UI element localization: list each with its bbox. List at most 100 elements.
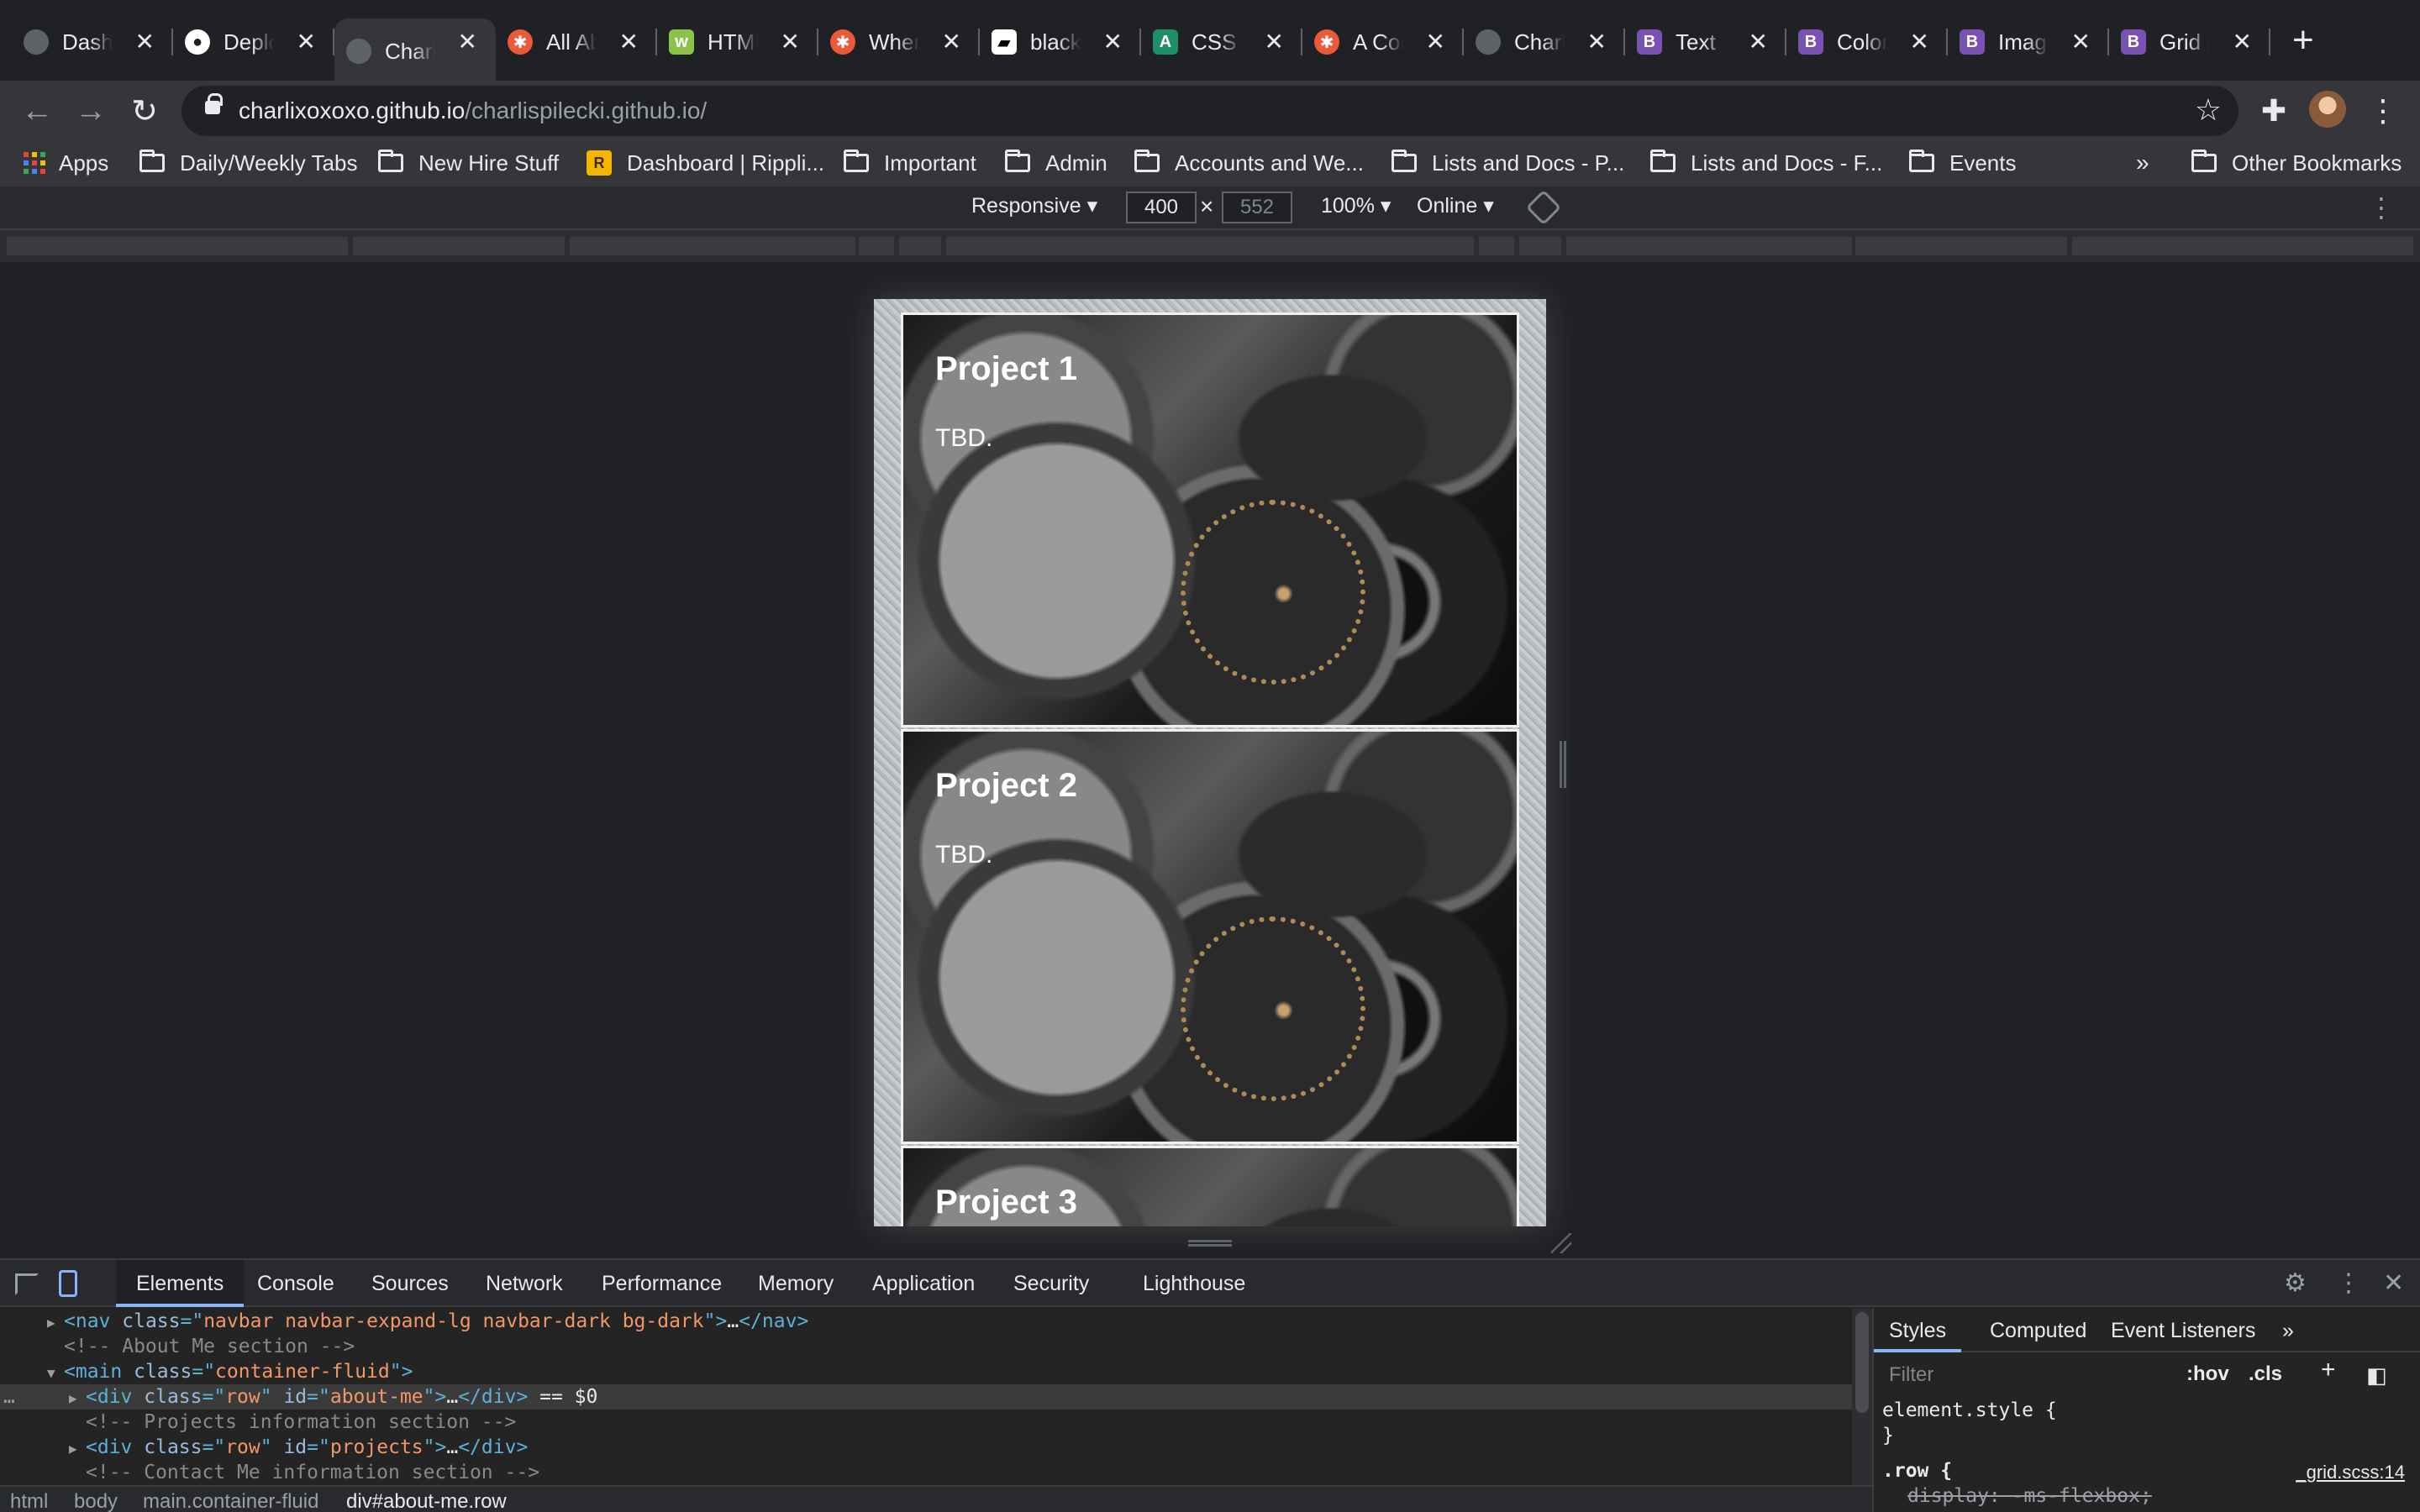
bookmark-item[interactable]: Admin: [1005, 148, 1107, 178]
devtools-tab-network[interactable]: Network: [466, 1260, 583, 1307]
browser-tab[interactable]: ✱ All Abo ✕: [496, 18, 657, 66]
styles-tab-2[interactable]: Event Listeners: [2096, 1309, 2270, 1352]
browser-tab[interactable]: w HTML ✕: [657, 18, 818, 66]
forward-button[interactable]: →: [71, 91, 111, 131]
styles-tab-1[interactable]: Computed: [1975, 1309, 2102, 1352]
close-tab-icon[interactable]: ✕: [1910, 30, 1929, 54]
resize-handle-corner[interactable]: [1551, 1233, 1571, 1253]
network-throttle-select[interactable]: Online ▾: [1417, 193, 1494, 218]
project-card[interactable]: Project 2 TBD.: [901, 729, 1519, 1144]
devtools-tab-lighthouse[interactable]: Lighthouse: [1123, 1260, 1265, 1307]
browser-tab[interactable]: B Text · ✕: [1625, 18, 1786, 66]
project-card[interactable]: Project 1 TBD.: [901, 312, 1519, 727]
close-tab-icon[interactable]: ✕: [135, 30, 155, 54]
close-tab-icon[interactable]: ✕: [942, 30, 961, 54]
close-tab-icon[interactable]: ✕: [297, 30, 316, 54]
node-actions-ellipsis[interactable]: …: [3, 1384, 15, 1410]
profile-avatar[interactable]: [2309, 91, 2346, 128]
address-bar[interactable]: charlixoxoxo.github.io/charlispilecki.gi…: [182, 86, 2238, 136]
browser-tab[interactable]: B Images ✕: [1948, 18, 2109, 66]
chrome-menu-icon[interactable]: ⋮: [2361, 89, 2405, 133]
expand-toggle-icon[interactable]: ▶: [47, 1310, 64, 1336]
browser-tab[interactable]: B Grid s ✕: [2109, 18, 2270, 66]
rule-selector[interactable]: .row {: [1882, 1460, 1952, 1482]
styles-tab-3[interactable]: »: [2267, 1309, 2309, 1352]
close-tab-icon[interactable]: ✕: [2071, 30, 2091, 54]
browser-tab[interactable]: ✱ When ✕: [818, 18, 980, 66]
inspect-element-icon[interactable]: [15, 1273, 39, 1295]
toggle-device-toolbar-icon[interactable]: [59, 1270, 77, 1297]
expand-toggle-icon[interactable]: ▼: [47, 1361, 64, 1386]
extensions-puzzle-icon[interactable]: ✚: [2252, 89, 2296, 133]
device-mode-select[interactable]: Responsive ▾: [971, 193, 1097, 218]
expand-toggle-icon[interactable]: ▶: [69, 1436, 86, 1462]
browser-tab[interactable]: B Colors ✕: [1786, 18, 1948, 66]
device-toolbar-more-icon[interactable]: ⋮: [2368, 192, 2395, 223]
rotate-icon[interactable]: [1525, 189, 1562, 226]
styles-filter-input[interactable]: Filter: [1882, 1359, 2185, 1391]
bookmark-item[interactable]: Lists and Docs - P...: [1392, 148, 1624, 178]
project-card[interactable]: Project 3: [901, 1146, 1519, 1226]
expand-toggle-icon[interactable]: ▶: [69, 1386, 86, 1411]
element-style-open[interactable]: element.style {: [1882, 1399, 2057, 1421]
close-tab-icon[interactable]: ✕: [1749, 30, 1768, 54]
dom-node-line[interactable]: <!-- About Me section -->: [0, 1334, 1852, 1359]
close-tab-icon[interactable]: ✕: [458, 30, 477, 54]
breadcrumb-item[interactable]: div#about-me.row: [346, 1490, 507, 1512]
browser-tab[interactable]: A CSS b ✕: [1141, 18, 1302, 66]
viewport-width-input[interactable]: 400: [1126, 192, 1197, 223]
bookmark-item[interactable]: R Dashboard | Rippli...: [587, 148, 824, 178]
close-tab-icon[interactable]: ✕: [619, 30, 639, 54]
dom-node-line[interactable]: ▶ <nav class="navbar navbar-expand-lg nav…: [0, 1309, 1852, 1334]
rule-source-link[interactable]: _grid.scss:14: [2296, 1462, 2405, 1483]
elements-scrollbar[interactable]: [1852, 1309, 1872, 1485]
cls-toggle[interactable]: .cls: [2249, 1362, 2282, 1386]
browser-tab[interactable]: ● Deploy ✕: [173, 18, 334, 66]
rule-property[interactable]: display: -ms-flexbox;: [1907, 1485, 2152, 1507]
bookmark-other-bookmarks[interactable]: Other Bookmarks: [2191, 148, 2402, 178]
hov-toggle[interactable]: :hov: [2186, 1362, 2229, 1386]
back-button[interactable]: ←: [17, 91, 57, 131]
breadcrumb-item[interactable]: main.container-fluid: [143, 1490, 318, 1512]
toggle-sidebar-icon[interactable]: ◧: [2366, 1362, 2387, 1389]
dom-node-line[interactable]: … ▶ <div class="row" id="about-me">…</div>…: [0, 1384, 1852, 1410]
devtools-tab-memory[interactable]: Memory: [738, 1260, 854, 1307]
bookmarks-overflow-chevron[interactable]: »: [2136, 148, 2149, 178]
browser-tab[interactable]: Charlie ✕: [334, 18, 496, 84]
devtools-close-icon[interactable]: ✕: [2383, 1268, 2404, 1298]
lock-icon[interactable]: [205, 93, 223, 114]
close-tab-icon[interactable]: ✕: [1426, 30, 1445, 54]
close-tab-icon[interactable]: ✕: [2233, 30, 2252, 54]
viewport-height-input[interactable]: 552: [1222, 192, 1292, 223]
reload-button[interactable]: ↻: [124, 91, 165, 131]
breadcrumb-item[interactable]: body: [74, 1490, 118, 1512]
devtools-tab-sources[interactable]: Sources: [351, 1260, 469, 1307]
breadcrumb-item[interactable]: html: [10, 1490, 48, 1512]
devtools-tab-application[interactable]: Application: [852, 1260, 995, 1307]
close-tab-icon[interactable]: ✕: [1587, 30, 1607, 54]
url-text[interactable]: charlixoxoxo.github.io/charlispilecki.gi…: [239, 97, 707, 124]
dom-node-line[interactable]: ▼ <main class="container-fluid">: [0, 1359, 1852, 1384]
bookmark-star-icon[interactable]: ☆: [2195, 92, 2222, 128]
styles-tab-0[interactable]: Styles: [1874, 1309, 1962, 1352]
devtools-settings-gear-icon[interactable]: ⚙: [2284, 1268, 2307, 1298]
bookmark-item[interactable]: Daily/Weekly Tabs: [139, 148, 357, 178]
devtools-tab-console[interactable]: Console: [237, 1260, 355, 1307]
bookmark-apps[interactable]: Apps: [24, 148, 108, 178]
media-query-ruler[interactable]: [0, 230, 2420, 262]
devtools-tab-performance[interactable]: Performance: [581, 1260, 742, 1307]
bookmark-item[interactable]: Accounts and We...: [1134, 148, 1364, 178]
close-tab-icon[interactable]: ✕: [1103, 30, 1123, 54]
browser-tab[interactable]: Charlie ✕: [1464, 18, 1625, 66]
bookmark-item[interactable]: Lists and Docs - F...: [1650, 148, 1882, 178]
devtools-tab-security[interactable]: Security: [993, 1260, 1109, 1307]
bookmark-item[interactable]: Events: [1909, 148, 2017, 178]
new-style-rule-icon[interactable]: +: [2321, 1356, 2336, 1384]
devtools-more-icon[interactable]: ⋮: [2336, 1268, 2361, 1298]
emulated-page[interactable]: Project 1 TBD. Project 2 TBD. Project 3: [874, 299, 1546, 1226]
dom-node-line[interactable]: ▶ <div class="row" id="projects">…</div>: [0, 1435, 1852, 1460]
dom-node-line[interactable]: <!-- Contact Me information section -->: [0, 1460, 1852, 1485]
devtools-tab-elements[interactable]: Elements: [116, 1260, 245, 1307]
browser-tab[interactable]: ✱ A Com ✕: [1302, 18, 1464, 66]
close-tab-icon[interactable]: ✕: [781, 30, 800, 54]
